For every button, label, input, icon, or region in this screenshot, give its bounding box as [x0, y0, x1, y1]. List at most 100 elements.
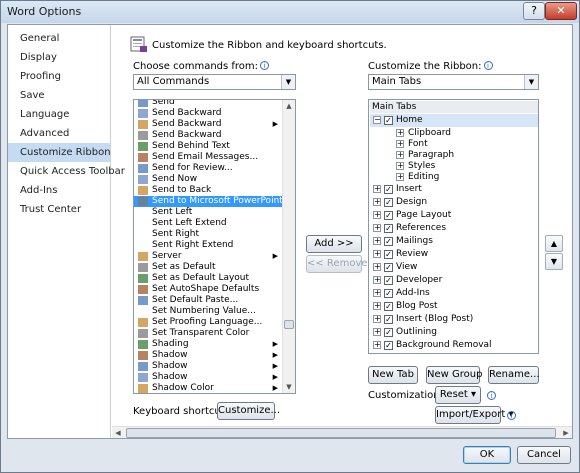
remove-button[interactable]: << Remove: [306, 255, 368, 273]
tree-item-tab[interactable]: + ✓ Background Removal: [370, 339, 538, 352]
command-item[interactable]: Shadow Color ▶: [134, 383, 284, 393]
expand-icon[interactable]: +: [373, 302, 381, 310]
expand-icon[interactable]: +: [373, 211, 381, 219]
sidebar-item-proofing[interactable]: Proofing: [8, 67, 110, 86]
rename-button[interactable]: Rename...: [488, 366, 540, 384]
move-down-button[interactable]: ▼: [545, 253, 563, 270]
expand-icon[interactable]: +: [373, 250, 381, 258]
import-export-button[interactable]: Import/Export ▾: [435, 406, 514, 424]
checkbox-checked-icon[interactable]: ✓: [384, 250, 393, 259]
expand-icon[interactable]: +: [396, 162, 404, 170]
command-item[interactable]: Shading ▶: [134, 339, 284, 350]
command-item[interactable]: Send for Review...: [134, 163, 284, 174]
expand-icon[interactable]: +: [373, 328, 381, 336]
expand-icon[interactable]: +: [373, 198, 381, 206]
checkbox-checked-icon[interactable]: ✓: [384, 276, 393, 285]
expand-icon[interactable]: +: [373, 224, 381, 232]
command-item[interactable]: Shadow ▶: [134, 350, 284, 361]
expand-icon[interactable]: +: [396, 140, 404, 148]
checkbox-checked-icon[interactable]: ✓: [384, 116, 393, 125]
expand-icon[interactable]: +: [396, 151, 404, 159]
checkbox-checked-icon[interactable]: ✓: [384, 328, 393, 337]
command-item[interactable]: Send Email Messages...: [134, 152, 284, 163]
expand-icon[interactable]: +: [396, 129, 404, 137]
sidebar-item-display[interactable]: Display: [8, 48, 110, 67]
command-item[interactable]: Server ▶: [134, 251, 284, 262]
scroll-down-icon[interactable]: ▼: [283, 381, 295, 393]
tree-item-tab[interactable]: + ✓ Insert: [370, 183, 538, 196]
command-item[interactable]: Set Numbering Value...: [134, 306, 284, 317]
help-button[interactable]: ?: [523, 2, 545, 20]
expand-icon[interactable]: +: [373, 289, 381, 297]
tree-item-tab[interactable]: + ✓ View: [370, 261, 538, 274]
checkbox-checked-icon[interactable]: ✓: [384, 341, 393, 350]
sidebar-item-save[interactable]: Save: [8, 86, 110, 105]
sidebar-item-language[interactable]: Language: [8, 105, 110, 124]
tree-item-tab[interactable]: + ✓ References: [370, 222, 538, 235]
sidebar-item-general[interactable]: General: [8, 29, 110, 48]
new-tab-button[interactable]: New Tab: [368, 366, 418, 384]
new-group-button[interactable]: New Group: [426, 366, 482, 384]
command-item[interactable]: Set Transparent Color: [134, 328, 284, 339]
ok-button[interactable]: OK: [463, 446, 511, 464]
expand-icon[interactable]: +: [373, 276, 381, 284]
command-item[interactable]: Send to Microsoft PowerPoint: [134, 196, 284, 207]
sidebar-item-add-ins[interactable]: Add-Ins: [8, 181, 110, 200]
ribbon-tree[interactable]: Main Tabs − ✓ Home + Clipboard + Font + Paragrap…: [368, 99, 539, 354]
cancel-button[interactable]: Cancel: [517, 446, 571, 464]
checkbox-checked-icon[interactable]: ✓: [384, 263, 393, 272]
checkbox-checked-icon[interactable]: ✓: [384, 198, 393, 207]
command-item[interactable]: Set Proofing Language...: [134, 317, 284, 328]
ribbon-tabs-combo[interactable]: Main Tabs ▼: [368, 74, 539, 90]
expand-icon[interactable]: +: [373, 185, 381, 193]
command-item[interactable]: Send Behind Text: [134, 141, 284, 152]
checkbox-checked-icon[interactable]: ✓: [384, 224, 393, 233]
commands-from-combo[interactable]: All Commands ▼: [133, 74, 296, 90]
tree-item-home[interactable]: − ✓ Home: [370, 114, 538, 127]
expand-icon[interactable]: +: [373, 341, 381, 349]
command-item[interactable]: Sent Right Extend: [134, 240, 284, 251]
command-item[interactable]: Sent Left Extend: [134, 218, 284, 229]
tree-item-tab[interactable]: + ✓ Review: [370, 248, 538, 261]
tree-item-tab[interactable]: + ✓ Design: [370, 196, 538, 209]
checkbox-checked-icon[interactable]: ✓: [384, 315, 393, 324]
scroll-left-icon[interactable]: ◀: [112, 427, 124, 439]
command-item[interactable]: Send Now: [134, 174, 284, 185]
expand-icon[interactable]: +: [373, 237, 381, 245]
tree-item-tab[interactable]: + ✓ Insert (Blog Post): [370, 313, 538, 326]
checkbox-checked-icon[interactable]: ✓: [384, 211, 393, 220]
close-button[interactable]: ✕: [545, 2, 577, 20]
sidebar-item-trust-center[interactable]: Trust Center: [8, 200, 110, 219]
add-button[interactable]: Add >>: [306, 235, 362, 253]
command-item[interactable]: Send to Back: [134, 185, 284, 196]
tree-item-tab[interactable]: + ✓ Outlining: [370, 326, 538, 339]
command-item[interactable]: Set Default Paste...: [134, 295, 284, 306]
sidebar-item-customize-ribbon[interactable]: Customize Ribbon: [8, 143, 111, 162]
command-item[interactable]: Shadow ▶: [134, 372, 284, 383]
command-item[interactable]: Shadow ▶: [134, 361, 284, 372]
tree-item-tab[interactable]: + ✓ Blog Post: [370, 300, 538, 313]
customize-keyboard-button[interactable]: Customize...: [217, 402, 280, 420]
command-item[interactable]: Send Backward ▶: [134, 119, 284, 130]
expand-icon[interactable]: +: [373, 263, 381, 271]
command-item[interactable]: Set as Default: [134, 262, 284, 273]
tree-item-tab[interactable]: + ✓ Developer: [370, 274, 538, 287]
command-item[interactable]: Send: [134, 100, 284, 108]
reset-button[interactable]: Reset ▾: [435, 386, 481, 404]
tree-item-tab[interactable]: + ✓ Mailings: [370, 235, 538, 248]
expand-icon[interactable]: +: [373, 315, 381, 323]
command-item[interactable]: Sent Left: [134, 207, 284, 218]
scroll-thumb[interactable]: [284, 320, 294, 329]
tree-item-tab[interactable]: + ✓ Add-Ins: [370, 287, 538, 300]
horizontal-scrollbar[interactable]: ◀ ▶: [112, 426, 572, 438]
commands-list[interactable]: Send Send Backward Send Backward ▶ Send Back…: [133, 99, 296, 394]
sidebar-item-advanced[interactable]: Advanced: [8, 124, 110, 143]
move-up-button[interactable]: ▲: [545, 235, 563, 252]
sidebar-item-quick-access-toolbar[interactable]: Quick Access Toolbar: [8, 162, 125, 181]
command-item[interactable]: Send Backward: [134, 108, 284, 119]
scroll-up-icon[interactable]: ▲: [283, 100, 295, 112]
horizontal-scroll-thumb[interactable]: [126, 428, 556, 438]
commands-scrollbar[interactable]: ▲ ▼: [282, 100, 295, 393]
scroll-right-icon[interactable]: ▶: [560, 427, 572, 439]
command-item[interactable]: Send Backward: [134, 130, 284, 141]
